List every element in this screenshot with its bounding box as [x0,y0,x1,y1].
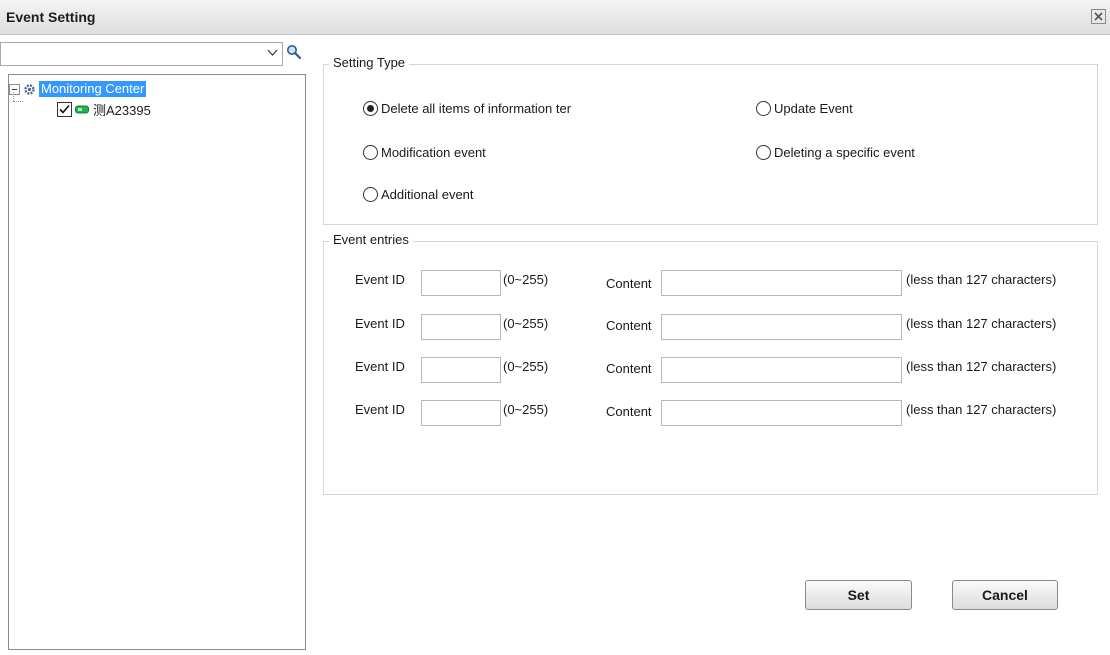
event-id-input[interactable] [421,314,501,340]
cancel-button[interactable]: Cancel [952,580,1058,610]
event-id-label: Event ID [355,272,405,287]
tree-search-combo[interactable] [0,42,283,66]
device-tree[interactable] [8,74,306,650]
event-id-input[interactable] [421,270,501,296]
vehicle-icon [75,105,89,113]
window-title: Event Setting [6,9,96,25]
radio-indicator[interactable] [363,101,378,116]
radio-indicator[interactable] [363,145,378,160]
checkmark-icon [59,104,70,114]
content-hint: (less than 127 characters) [906,402,1057,417]
content-label: Content [606,404,652,419]
event-id-label: Event ID [355,316,405,331]
radio-label: Modification event [381,145,486,160]
chevron-down-icon[interactable] [267,49,278,57]
event-id-range: (0~255) [503,359,549,374]
content-label: Content [606,361,652,376]
setting-type-legend: Setting Type [329,55,410,70]
radio-indicator[interactable] [363,187,378,202]
radio-delete-all[interactable]: Delete all items of information ter [363,101,613,116]
radio-label: Delete all items of information ter [381,101,572,116]
tree-node-vehicle[interactable]: 测A23395 [57,100,151,118]
radio-update-event[interactable]: Update Event [756,101,853,116]
content-hint: (less than 127 characters) [906,272,1057,287]
radio-label: Deleting a specific event [774,145,915,160]
content-label: Content [606,318,652,333]
content-input[interactable] [661,314,902,340]
tree-search-input[interactable] [1,43,263,63]
search-icon[interactable] [286,44,302,60]
event-entries-legend: Event entries [329,232,413,247]
content-input[interactable] [661,270,902,296]
close-button[interactable] [1091,9,1106,24]
tree-node-label[interactable]: 测A23395 [93,100,151,119]
radio-deleting-specific-event[interactable]: Deleting a specific event [756,145,915,160]
event-id-input[interactable] [421,400,501,426]
radio-additional-event[interactable]: Additional event [363,187,474,202]
content-label: Content [606,276,652,291]
content-input[interactable] [661,400,902,426]
node-checkbox[interactable] [57,101,72,117]
content-input[interactable] [661,357,902,383]
gear-icon [24,83,35,95]
event-id-range: (0~255) [503,316,549,331]
tree-node-monitoring-center[interactable]: Monitoring Center [9,80,147,98]
collapse-toggle[interactable] [9,83,20,95]
radio-modification-event[interactable]: Modification event [363,145,486,160]
event-id-range: (0~255) [503,402,549,417]
event-id-range: (0~255) [503,272,549,287]
title-bar: Event Setting [0,0,1110,35]
tree-node-label[interactable]: Monitoring Center [39,81,147,97]
set-button[interactable]: Set [805,580,912,610]
event-id-input[interactable] [421,357,501,383]
tree-connector [13,92,14,101]
close-icon [1094,12,1103,21]
event-id-label: Event ID [355,402,405,417]
radio-indicator[interactable] [756,101,771,116]
content-hint: (less than 127 characters) [906,359,1057,374]
event-id-label: Event ID [355,359,405,374]
radio-indicator[interactable] [756,145,771,160]
radio-label: Update Event [774,101,853,116]
content-hint: (less than 127 characters) [906,316,1057,331]
tree-connector [13,101,23,102]
radio-label: Additional event [381,187,474,202]
